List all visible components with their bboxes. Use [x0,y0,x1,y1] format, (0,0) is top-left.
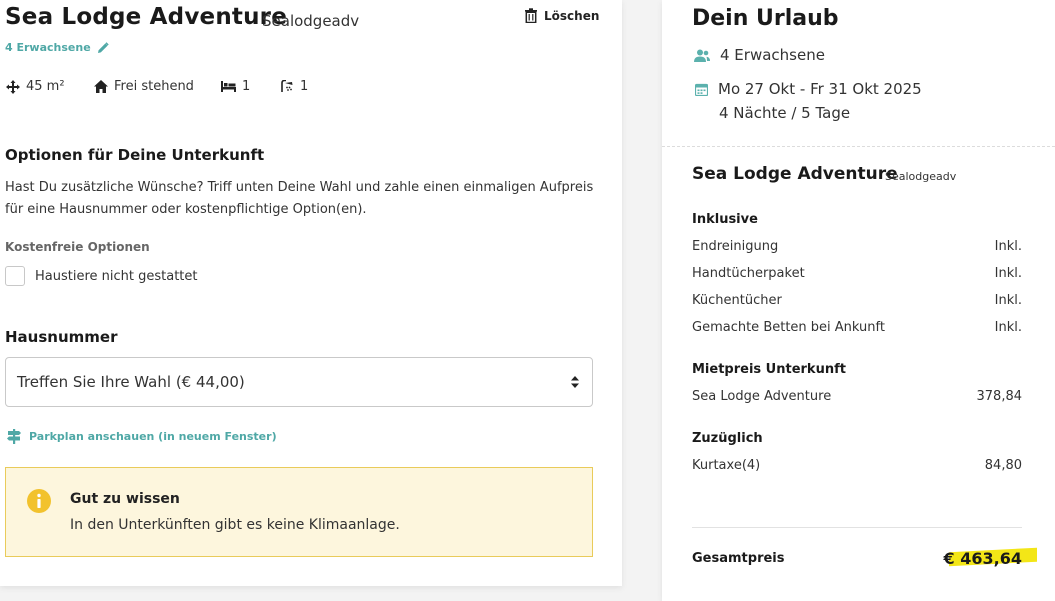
list-item-value: 84,80 [984,458,1022,473]
house-icon [94,80,108,93]
house-number-select-value: Treffen Sie Ihre Wahl (€ 44,00) [17,373,245,391]
total-divider [692,527,1022,528]
booking-summary: Dein Urlaub 4 Erwachsene Mo 27 Okt - Fr … [662,0,1055,601]
list-item-value: Inkl. [994,293,1022,308]
summary-dates: Mo 27 Okt - Fr 31 Okt 2025 [695,80,922,98]
parkplan-label: Parkplan anschauen (in neuem Fenster) [29,430,277,443]
accommodation-title: Sea Lodge Adventure [5,4,288,30]
rent-heading: Mietpreis Unterkunft [692,362,846,377]
list-item-value: Inkl. [994,266,1022,281]
move-arrows-icon [6,79,20,94]
sort-arrows-icon [571,376,579,388]
list-item: Gemachte Betten bei Ankunft [692,320,885,335]
users-icon [694,49,710,62]
list-item: Endreinigung [692,239,779,254]
list-item-value: Inkl. [994,320,1022,335]
delete-label: Löschen [544,8,600,23]
list-item: Handtücherpaket [692,266,805,281]
summary-title: Dein Urlaub [692,6,839,31]
pencil-icon [97,41,109,53]
list-item: Küchentücher [692,293,782,308]
summary-duration: 4 Nächte / 5 Tage [719,104,851,122]
total-price: € 463,64 [943,549,1022,568]
house-number-heading: Hausnummer [5,328,118,346]
parkplan-link[interactable]: Parkplan anschauen (in neuem Fenster) [7,429,277,444]
list-item: Sea Lodge Adventure [692,389,832,404]
list-item: Kurtaxe(4) [692,458,761,473]
options-heading: Optionen für Deine Unterkunft [5,146,265,164]
summary-guests: 4 Erwachsene [694,46,825,64]
info-title: Gut zu wissen [70,491,180,507]
extra-heading: Zuzüglich [692,431,763,446]
summary-dates-label: Mo 27 Okt - Fr 31 Okt 2025 [718,80,922,98]
pets-checkbox[interactable] [5,266,25,286]
info-icon [27,489,51,513]
accommodation-code: Sealodgeadv [262,12,360,30]
summary-lodge-name: Sea Lodge Adventure [692,164,898,184]
options-description: Hast Du zusätzliche Wünsche? Triff unten… [5,180,594,217]
inclusive-heading: Inklusive [692,212,758,227]
feature-bathrooms-label: 1 [300,79,309,94]
pets-option[interactable]: Haustiere nicht gestattet [5,266,198,286]
shower-icon [281,80,293,92]
total-label: Gesamtpreis [692,551,785,566]
feature-beds-label: 1 [242,79,251,94]
summary-lodge-code: Sealodgeadv [885,170,957,183]
info-text: In den Unterkünften gibt es keine Klimaa… [70,517,400,533]
summary-divider [662,146,1055,147]
feature-area-label: 45 m² [26,79,65,94]
trash-icon [525,8,537,23]
guests-link-label: 4 Erwachsene [5,41,91,54]
summary-guests-label: 4 Erwachsene [720,46,825,64]
list-item-value: 378,84 [976,389,1023,404]
calendar-icon [695,83,708,96]
signpost-icon [7,429,21,444]
feature-type-label: Frei stehend [114,79,194,94]
free-options-label: Kostenfreie Optionen [5,240,150,254]
bed-icon [221,81,236,92]
feature-beds: 1 [221,79,250,94]
pets-label: Haustiere nicht gestattet [35,268,198,284]
feature-bathrooms: 1 [281,79,308,94]
accommodation-card: Sea Lodge Adventure Sealodgeadv Löschen … [0,0,622,586]
info-box: Gut zu wissen In den Unterkünften gibt e… [5,467,593,557]
edit-guests-link[interactable]: 4 Erwachsene [5,41,109,54]
feature-area: 45 m² [6,79,65,94]
list-item-value: Inkl. [994,239,1022,254]
delete-button[interactable]: Löschen [524,8,599,23]
feature-type: Frei stehend [94,79,194,94]
house-number-select[interactable]: Treffen Sie Ihre Wahl (€ 44,00) [5,357,593,407]
